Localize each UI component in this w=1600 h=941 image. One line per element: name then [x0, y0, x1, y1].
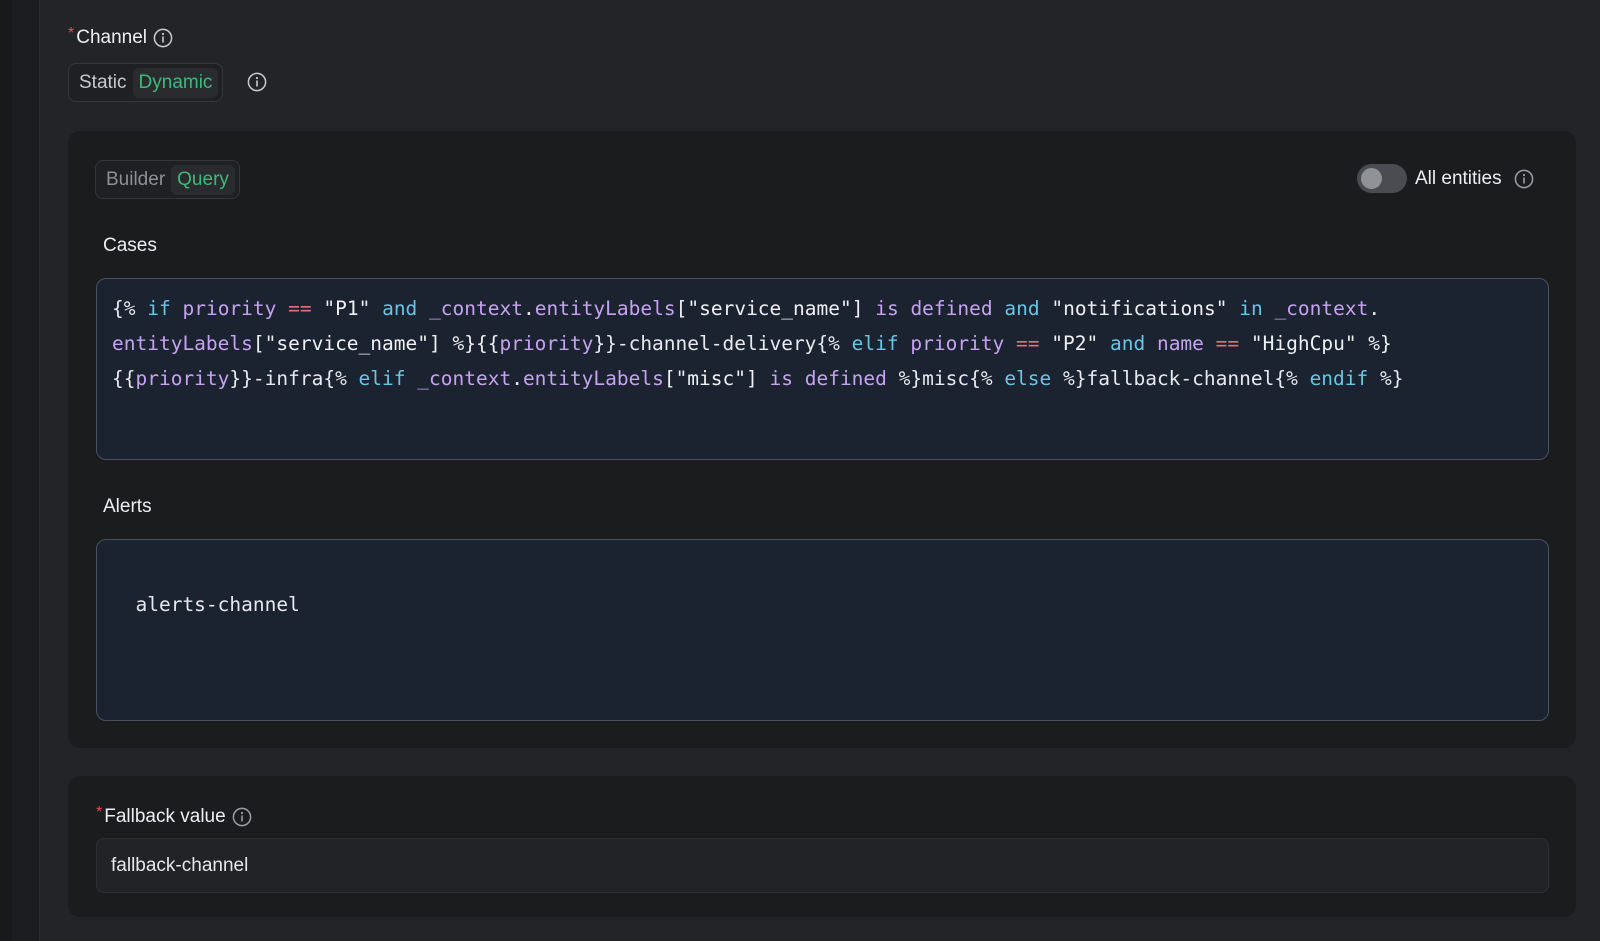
code-token: is defined	[769, 367, 887, 390]
code-token: is defined	[875, 297, 993, 320]
code-token: ==	[1215, 332, 1240, 355]
code-token: entityLabels	[112, 332, 253, 355]
code-token: if	[147, 297, 171, 320]
code-token: priority	[910, 332, 1005, 355]
fallback-value-text: fallback-channel	[111, 854, 249, 876]
cases-title: Cases	[103, 235, 157, 256]
fallback-label: Fallback value	[104, 806, 226, 827]
code-token: elif	[851, 332, 899, 355]
channel-label: Channel	[76, 27, 148, 48]
fallback-value-input[interactable]: fallback-channel	[96, 838, 1549, 893]
info-circle-icon[interactable]	[247, 72, 267, 92]
code-token: else	[1004, 367, 1052, 390]
required-mark: *	[96, 804, 103, 821]
all-entities-switch[interactable]	[1357, 164, 1407, 193]
code-token: .	[522, 297, 535, 320]
cases-editor[interactable]: {% if priority == "P1" and _context.enti…	[96, 278, 1549, 460]
mode-query[interactable]: Query	[171, 164, 235, 195]
code-token: in	[1239, 297, 1263, 320]
mode-static[interactable]: Static	[73, 68, 133, 98]
query-mode-toggle: Builder Query	[95, 160, 240, 199]
required-mark: *	[68, 25, 75, 42]
code-token: ["misc"]	[663, 367, 770, 390]
code-line: {{priority}}-infra{% elif _context.entit…	[112, 361, 1533, 396]
code-token: priority	[499, 332, 594, 355]
code-token: }}-channel-delivery{%	[593, 332, 852, 355]
fallback-label-row: * Fallback value	[96, 804, 252, 828]
code-token: priority	[182, 297, 277, 320]
code-token: _context	[1274, 297, 1369, 320]
code-token: "HighCpu" %}	[1239, 332, 1392, 355]
code-token: "P2"	[1039, 332, 1110, 355]
code-token: .	[1368, 297, 1381, 320]
mode-builder[interactable]: Builder	[100, 165, 171, 195]
info-circle-icon[interactable]	[153, 28, 173, 48]
code-token: }}-infra{%	[229, 367, 359, 390]
alerts-title: Alerts	[103, 496, 152, 517]
code-token: ["service_name"]	[675, 297, 876, 320]
code-token: _context	[429, 297, 523, 320]
code-token: entityLabels	[534, 297, 676, 320]
code-token: {{	[112, 367, 136, 390]
code-token: _context	[417, 367, 512, 390]
code-token: "notifications"	[1039, 297, 1240, 320]
alerts-editor-value: alerts-channel	[135, 593, 300, 616]
code-token: .	[511, 367, 523, 390]
info-circle-icon[interactable]	[232, 807, 252, 827]
code-token: endif	[1309, 367, 1369, 390]
code-token: %}fallback-channel{%	[1051, 367, 1310, 390]
switch-knob	[1361, 168, 1382, 189]
code-token: elif	[358, 367, 406, 390]
code-token: %}	[1368, 367, 1404, 390]
alerts-editor[interactable]: alerts-channel	[96, 539, 1549, 721]
info-circle-icon[interactable]	[1514, 169, 1534, 189]
channel-mode-toggle: Static Dynamic	[68, 63, 224, 102]
code-token: and	[382, 297, 418, 320]
all-entities-label: All entities	[1415, 167, 1502, 189]
code-token: and	[1109, 332, 1146, 355]
mode-dynamic[interactable]: Dynamic	[132, 67, 219, 98]
code-token: ["service_name"] %}{{	[252, 332, 500, 355]
code-line: entityLabels["service_name"] %}{{priorit…	[112, 326, 1533, 361]
code-token: "P1"	[311, 297, 383, 320]
code-token: ==	[288, 297, 312, 320]
left-rail-edge	[0, 0, 12, 941]
code-token: name	[1156, 332, 1204, 355]
channel-label-row: * Channel	[68, 25, 173, 49]
code-token: and	[1004, 297, 1040, 320]
code-line: {% if priority == "P1" and _context.enti…	[112, 291, 1533, 326]
code-token: entityLabels	[522, 367, 664, 390]
code-token: ==	[1016, 332, 1040, 355]
all-entities-toggle-row: All entities	[1357, 164, 1534, 193]
left-rail	[0, 0, 40, 941]
code-token: priority	[135, 367, 230, 390]
code-token: {%	[112, 297, 148, 320]
code-token: %}misc{%	[886, 367, 1005, 390]
